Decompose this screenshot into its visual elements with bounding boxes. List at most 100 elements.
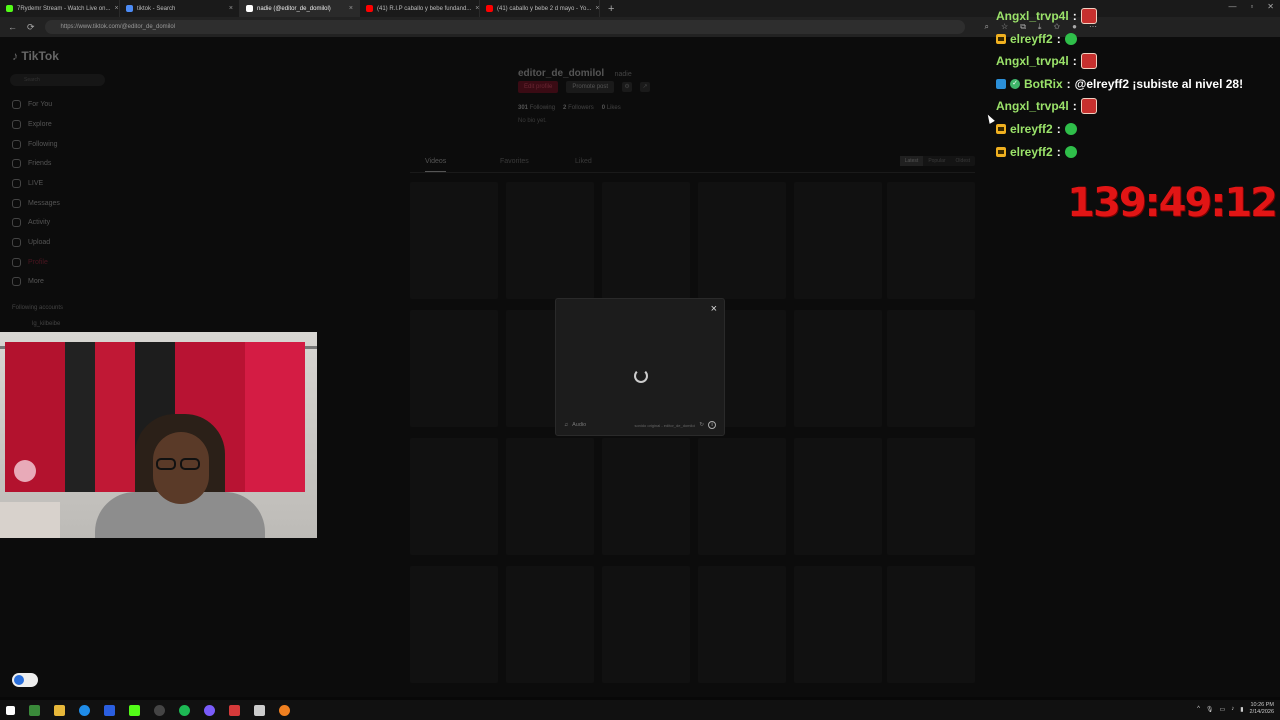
close-tab-icon[interactable]: × [349,5,353,12]
spotify-icon[interactable] [179,704,190,716]
tab-favorites[interactable]: Favorites [500,158,529,165]
followers-label: Followers [568,105,594,111]
sort-popular[interactable]: Popular [923,156,950,166]
overlay-toggle[interactable] [12,673,38,687]
discord-icon[interactable] [204,704,215,716]
following-stat[interactable]: 301 Following [518,105,555,111]
video-thumbnail[interactable] [602,566,690,683]
followers-count: 2 [563,105,567,111]
app-gray-icon[interactable] [254,704,265,716]
back-icon[interactable]: ← [8,22,17,32]
video-thumbnail[interactable] [887,310,975,427]
video-thumbnail[interactable] [698,182,786,299]
app-icon[interactable] [104,704,115,716]
browser-tab[interactable]: (41) caballo y bebe 2 d mayo - Yo... × [480,0,600,17]
battery-icon[interactable]: ▮ [1240,706,1243,713]
browser-tab-active[interactable]: nadie (@editor_de_domilol) × [240,0,360,17]
close-tab-icon[interactable]: × [114,5,118,12]
file-explorer-icon[interactable] [54,704,65,716]
sort-oldest[interactable]: Oldest [951,156,975,166]
video-thumbnail[interactable] [506,182,594,299]
restore-icon[interactable]: ▫ [1250,2,1253,11]
network-icon[interactable]: ▭ [1220,706,1226,713]
video-thumbnail[interactable] [794,310,882,427]
reload-icon[interactable]: ⟳ [27,22,35,33]
crown-badge-icon [996,34,1006,44]
following-account-item[interactable]: lg_kilbeibe [32,321,60,327]
toggle-knob [14,675,24,685]
app-red-icon[interactable] [229,704,240,716]
nav-explore[interactable]: Explore [12,120,52,129]
sort-latest[interactable]: Latest [899,156,924,166]
video-thumbnail[interactable] [506,438,594,555]
video-thumbnail[interactable] [410,310,498,427]
share-icon[interactable]: ↗ [640,82,651,92]
chat-message: ✓ BotRix: @elreyff2 ¡subiste al nivel 28! [996,77,1243,91]
close-tab-icon[interactable]: × [595,5,599,12]
video-thumbnail[interactable] [794,182,882,299]
followers-stat[interactable]: 2 Followers [563,105,594,111]
browser-tab[interactable]: (41) R.I.P caballo y bebe fundand... × [360,0,480,17]
nav-upload[interactable]: Upload [12,238,50,247]
nav-profile[interactable]: Profile [12,258,48,267]
close-icon[interactable]: × [711,303,717,315]
video-thumbnail[interactable] [887,566,975,683]
video-thumbnail[interactable] [698,438,786,555]
close-tab-icon[interactable]: × [475,5,479,12]
browser-tab[interactable]: 7Rydemr Stream - Watch Live on... × [0,0,120,17]
chat-username: Angxl_trvp4l [996,54,1069,68]
tiktok-logo[interactable]: ♪ TikTok [12,49,59,63]
video-thumbnail[interactable] [794,566,882,683]
following-icon [12,140,21,149]
webcam-person-glasses [156,457,206,470]
edge-browser-icon[interactable] [79,704,90,716]
taskbar-clock[interactable]: 10:26 PM 2/14/2026 [1250,702,1274,716]
tab-title: tiktok - Search [137,5,176,12]
kick-app-icon[interactable] [129,704,140,716]
video-thumbnail[interactable] [698,566,786,683]
tab-liked[interactable]: Liked [575,158,592,165]
video-thumbnail[interactable] [506,566,594,683]
video-thumbnail[interactable] [794,438,882,555]
video-thumbnail[interactable] [410,182,498,299]
video-thumbnail[interactable] [602,182,690,299]
search-input[interactable]: Search [10,74,105,86]
video-thumbnail[interactable] [410,566,498,683]
chrome-icon[interactable] [279,704,290,716]
microphone-icon[interactable]: 🎙 [1206,706,1214,713]
zoom-icon[interactable]: ⌕ [985,22,989,32]
volume-icon[interactable]: ♪ [1231,706,1234,712]
terminal-app-icon[interactable] [29,704,40,716]
chat-separator: : [1056,145,1061,159]
audio-track[interactable]: sonido original - editor_de_domilol [634,423,695,428]
browser-tab[interactable]: tiktok - Search × [120,0,240,17]
minimize-icon[interactable]: — [1228,2,1236,11]
nav-activity[interactable]: Activity [12,218,50,227]
video-thumbnail[interactable] [602,438,690,555]
close-window-icon[interactable]: ✕ [1267,2,1274,11]
url-text: https://www.tiktok.com/@editor_de_domilo… [60,24,176,30]
promote-post-button[interactable]: Promote post [566,81,615,93]
nav-live[interactable]: LIVE [12,179,43,188]
refresh-icon[interactable]: ↻ [699,422,704,428]
video-thumbnail[interactable] [887,182,975,299]
edit-profile-button[interactable]: Edit profile [518,81,559,93]
address-bar[interactable]: https://www.tiktok.com/@editor_de_domilo… [44,20,965,34]
close-tab-icon[interactable]: × [229,5,233,12]
nav-more[interactable]: More [12,277,44,286]
nav-for-you[interactable]: For You [12,100,52,109]
tab-videos[interactable]: Videos [425,158,447,172]
video-thumbnail[interactable] [887,438,975,555]
nav-friends[interactable]: Friends [12,159,51,168]
obs-icon[interactable] [154,704,165,716]
start-icon[interactable] [6,705,15,715]
following-count: 301 [518,105,529,111]
nav-following[interactable]: Following [12,140,58,149]
settings-icon[interactable]: ⚙ [622,82,633,92]
info-icon[interactable]: i [708,421,716,429]
new-tab-button[interactable]: + [600,3,622,15]
video-thumbnail[interactable] [410,438,498,555]
tray-chevron-icon[interactable]: ^ [1197,706,1200,712]
chat-message: elreyff2: [996,122,1077,136]
nav-messages[interactable]: Messages [12,199,60,208]
